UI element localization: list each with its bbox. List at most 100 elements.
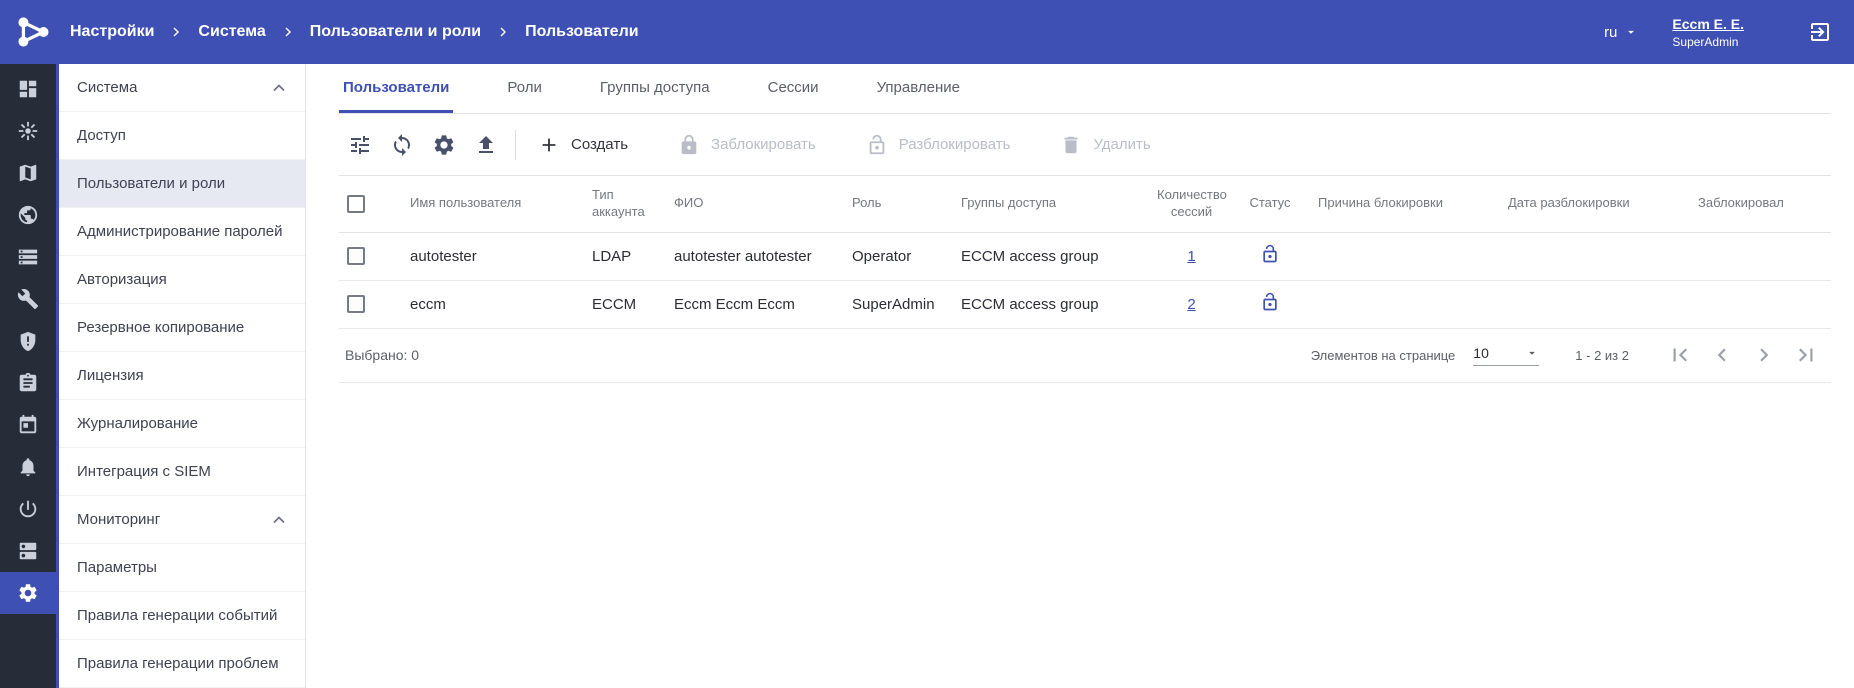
sidebar: Система Доступ Пользователи и роли Админ… <box>56 64 306 688</box>
unblock-button[interactable]: Разблокировать <box>858 128 1019 162</box>
sidebar-item-label: Правила генерации проблем <box>77 655 279 672</box>
breadcrumb-item-users[interactable]: Пользователи <box>525 23 638 41</box>
plus-icon <box>538 134 560 156</box>
rail-item-notifications[interactable] <box>0 446 56 488</box>
col-access-groups: Группы доступа <box>953 176 1153 232</box>
sidebar-section-label: Мониторинг <box>77 511 160 528</box>
create-button[interactable]: Создать <box>530 128 636 162</box>
cell-full-name: Eccm Eccm Eccm <box>666 280 844 328</box>
app-shell: Система Доступ Пользователи и роли Админ… <box>0 64 1854 688</box>
sidebar-item-label: Журналирование <box>77 415 198 432</box>
block-button-label: Заблокировать <box>711 136 816 153</box>
unlocked-status-icon <box>1260 244 1280 264</box>
rail-item-settings[interactable] <box>0 572 56 614</box>
sidebar-item-authorization[interactable]: Авторизация <box>59 256 305 304</box>
caret-down-icon <box>1525 346 1539 360</box>
upload-icon <box>474 133 498 157</box>
sidebar-item-backup[interactable]: Резервное копирование <box>59 304 305 352</box>
cell-blocked-by <box>1690 280 1831 328</box>
calendar-icon <box>17 414 39 436</box>
rail-item-network[interactable] <box>0 194 56 236</box>
rail-item-alerts[interactable] <box>0 320 56 362</box>
cell-role: Operator <box>844 232 953 280</box>
col-account-type: Тип аккаунта <box>584 176 666 232</box>
table-footer: Выбрано: 0 Элементов на странице 10 1 - … <box>339 329 1831 383</box>
first-page-button[interactable] <box>1665 340 1695 370</box>
tab-roles[interactable]: Роли <box>503 64 546 113</box>
toolbar-divider <box>515 130 516 160</box>
rail-item-dashboard[interactable] <box>0 68 56 110</box>
sessions-count-link[interactable]: 1 <box>1187 248 1195 265</box>
tabs-bar: Пользователи Роли Группы доступа Сессии … <box>339 64 1831 114</box>
last-page-button[interactable] <box>1791 340 1821 370</box>
rail-item-problems[interactable] <box>0 110 56 152</box>
breadcrumb-item-settings[interactable]: Настройки <box>70 23 154 41</box>
sidebar-item-label: Резервное копирование <box>77 319 244 336</box>
sidebar-item-users-roles[interactable]: Пользователи и роли <box>59 160 305 208</box>
table-row[interactable]: autotester LDAP autotester autotester Op… <box>339 232 1831 280</box>
cell-username: eccm <box>402 280 584 328</box>
app-logo-icon[interactable] <box>10 9 56 55</box>
rail-item-power[interactable] <box>0 488 56 530</box>
sidebar-item-siem[interactable]: Интеграция с SIEM <box>59 448 305 496</box>
toolbar: Создать Заблокировать Разблокировать Уда… <box>339 114 1831 176</box>
prev-page-button[interactable] <box>1707 340 1737 370</box>
rail-item-tasks[interactable] <box>0 362 56 404</box>
block-button[interactable]: Заблокировать <box>670 128 824 162</box>
user-name: Eccm E. E. <box>1672 16 1744 32</box>
col-blocked-by: Заблокировал <box>1690 176 1831 232</box>
breadcrumb-item-system[interactable]: Система <box>198 23 265 41</box>
icon-rail <box>0 64 56 688</box>
sidebar-section-system[interactable]: Система <box>59 64 305 112</box>
refresh-button[interactable] <box>381 124 423 166</box>
logout-button[interactable] <box>1808 20 1832 44</box>
cell-block-reason <box>1310 232 1500 280</box>
sidebar-item-event-rules[interactable]: Правила генерации событий <box>59 592 305 640</box>
rail-item-tools[interactable] <box>0 278 56 320</box>
page-range: 1 - 2 из 2 <box>1575 348 1629 363</box>
per-page-select[interactable]: 10 <box>1473 345 1539 366</box>
table-settings-button[interactable] <box>423 124 465 166</box>
col-unblock-date: Дата разблокировки <box>1500 176 1690 232</box>
table-row[interactable]: eccm ECCM Eccm Eccm Eccm SuperAdmin ECCM… <box>339 280 1831 328</box>
sidebar-item-access[interactable]: Доступ <box>59 112 305 160</box>
wrench-icon <box>17 288 39 310</box>
export-button[interactable] <box>465 124 507 166</box>
cell-blocked-by <box>1690 232 1831 280</box>
cell-full-name: autotester autotester <box>666 232 844 280</box>
rail-item-map[interactable] <box>0 152 56 194</box>
sidebar-item-label: Интеграция с SIEM <box>77 463 211 480</box>
sidebar-item-password-admin[interactable]: Администрирование паролей <box>59 208 305 256</box>
sidebar-item-logging[interactable]: Журналирование <box>59 400 305 448</box>
tab-management[interactable]: Управление <box>873 64 964 113</box>
tab-access-groups[interactable]: Группы доступа <box>596 64 714 113</box>
language-selector[interactable]: ru <box>1604 24 1638 41</box>
sidebar-item-license[interactable]: Лицензия <box>59 352 305 400</box>
col-username: Имя пользователя <box>402 176 584 232</box>
cell-block-reason <box>1310 280 1500 328</box>
next-page-button[interactable] <box>1749 340 1779 370</box>
rail-item-storage[interactable] <box>0 236 56 278</box>
row-checkbox[interactable] <box>347 247 365 265</box>
delete-button[interactable]: Удалить <box>1052 128 1158 162</box>
rail-item-schedule[interactable] <box>0 404 56 446</box>
row-checkbox[interactable] <box>347 295 365 313</box>
delete-button-label: Удалить <box>1093 136 1150 153</box>
sidebar-item-parameters[interactable]: Параметры <box>59 544 305 592</box>
sidebar-item-label: Администрирование паролей <box>77 223 283 240</box>
topbar: Настройки Система Пользователи и роли По… <box>0 0 1854 64</box>
chevron-right-icon <box>495 24 511 40</box>
last-page-icon <box>1793 342 1819 368</box>
sidebar-section-monitoring[interactable]: Мониторинг <box>59 496 305 544</box>
select-all-checkbox[interactable] <box>347 195 365 213</box>
per-page-label: Элементов на странице <box>1311 348 1456 363</box>
tab-sessions[interactable]: Сессии <box>764 64 823 113</box>
sessions-count-link[interactable]: 2 <box>1187 296 1195 313</box>
user-menu[interactable]: Eccm E. E. SuperAdmin <box>1672 16 1744 49</box>
rail-item-devices[interactable] <box>0 530 56 572</box>
filter-button[interactable] <box>339 124 381 166</box>
tab-users[interactable]: Пользователи <box>339 64 453 113</box>
breadcrumb-item-users-roles[interactable]: Пользователи и роли <box>310 23 481 41</box>
col-status: Статус <box>1230 176 1310 232</box>
sidebar-item-problem-rules[interactable]: Правила генерации проблем <box>59 640 305 688</box>
